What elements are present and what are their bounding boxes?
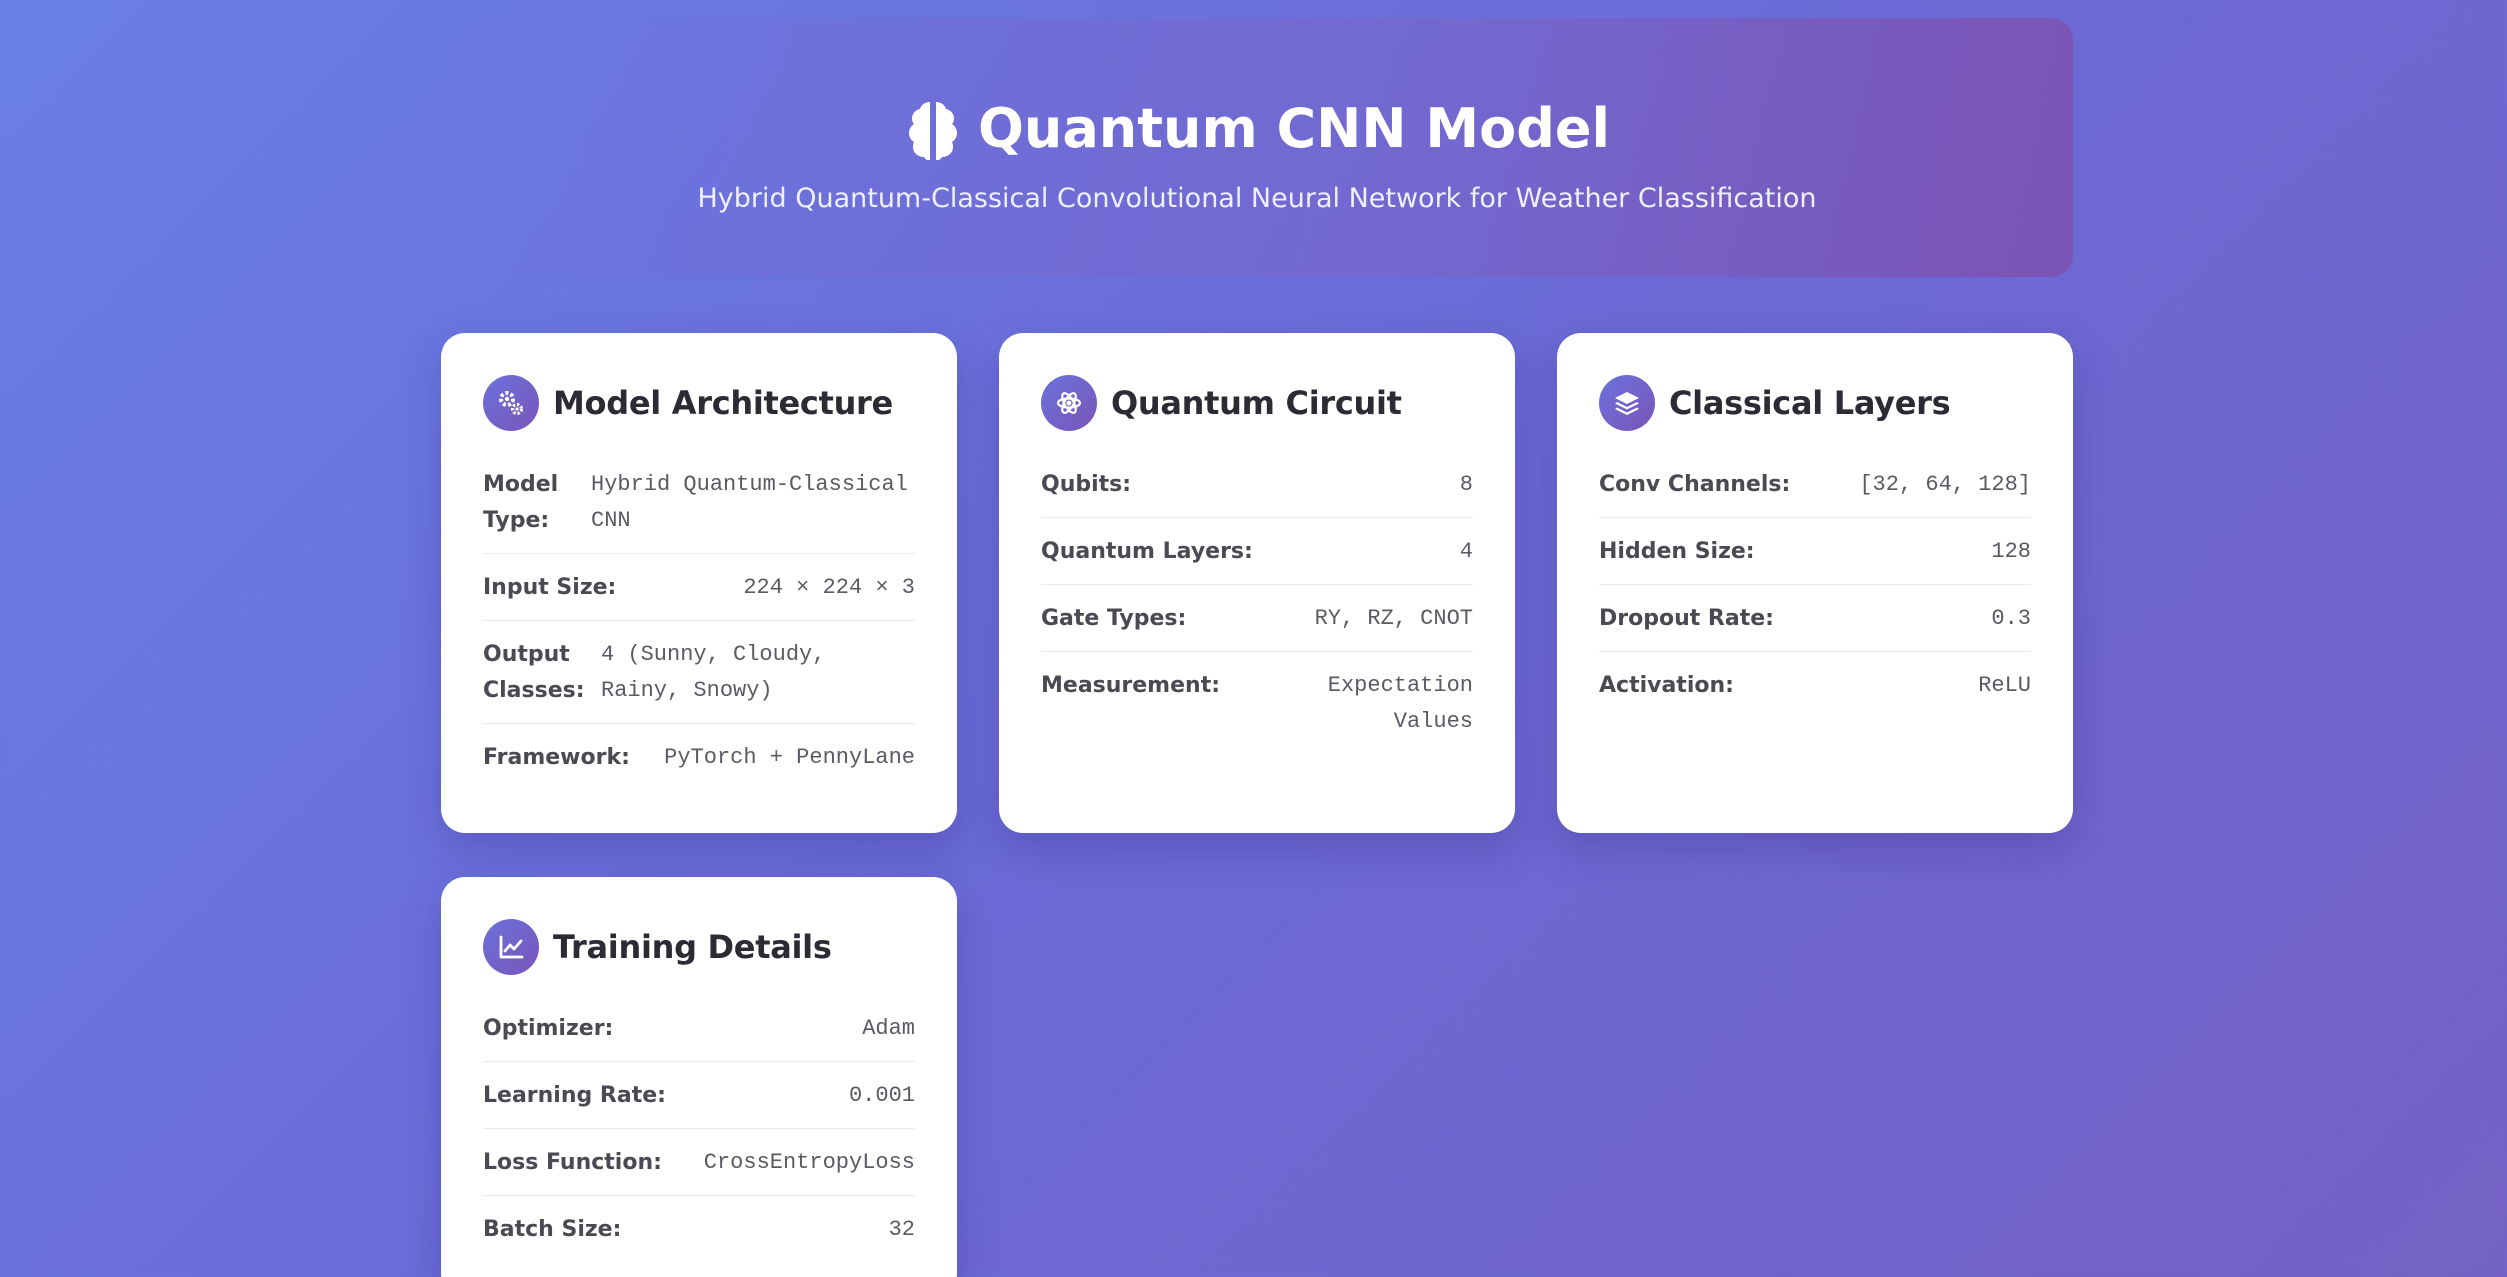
- row-label: Framework:: [483, 745, 630, 770]
- row-value: 4: [1459, 539, 1473, 564]
- row-value: Adam: [862, 1016, 915, 1041]
- row-batch-size: Batch Size: 32: [483, 1196, 915, 1262]
- row-value: 128: [1991, 539, 2031, 564]
- card-training-details: Training Details Optimizer: Adam Learnin…: [441, 877, 957, 1277]
- row-value: 0.001: [848, 1083, 915, 1108]
- row-value: ReLU: [1978, 673, 2031, 698]
- row-label: Loss Function:: [483, 1150, 662, 1175]
- card-title: Training Details: [553, 928, 832, 966]
- row-label: Hidden Size:: [1599, 539, 1755, 564]
- row-input-size: Input Size: 224 × 224 × 3: [483, 554, 915, 621]
- row-output-classes: Output Classes: 4 (Sunny, Cloudy, Rainy,…: [483, 621, 915, 724]
- chart-line-icon: [483, 919, 539, 975]
- row-label: Output Classes:: [483, 642, 585, 703]
- row-value: 224 × 224 × 3: [743, 575, 915, 600]
- row-value: [32, 64, 128]: [1859, 472, 2031, 497]
- row-label: Conv Channels:: [1599, 472, 1791, 497]
- page-title-text: Quantum CNN Model: [978, 97, 1610, 160]
- brain-icon: [909, 102, 957, 160]
- card-quantum-circuit: Quantum Circuit Qubits: 8 Quantum Layers…: [999, 333, 1515, 833]
- row-qubits: Qubits: 8: [1041, 451, 1473, 518]
- card-model-architecture: Model Architecture Model Type: Hybrid Qu…: [441, 333, 957, 833]
- row-label: Qubits:: [1041, 472, 1132, 497]
- row-label: Quantum Layers:: [1041, 539, 1253, 564]
- card-classical-layers: Classical Layers Conv Channels: [32, 64,…: [1557, 333, 2073, 833]
- card-title: Model Architecture: [553, 384, 893, 422]
- row-loss-function: Loss Function: CrossEntropyLoss: [483, 1129, 915, 1196]
- card-title: Quantum Circuit: [1111, 384, 1402, 422]
- row-label: Model Type:: [483, 472, 559, 533]
- row-quantum-layers: Quantum Layers: 4: [1041, 518, 1473, 585]
- row-label: Gate Types:: [1041, 606, 1187, 631]
- row-value: 4 (Sunny, Cloudy, Rainy, Snowy): [601, 642, 826, 703]
- gears-icon: [483, 375, 539, 431]
- card-header: Classical Layers: [1599, 375, 2031, 431]
- row-gate-types: Gate Types: RY, RZ, CNOT: [1041, 585, 1473, 652]
- row-label: Learning Rate:: [483, 1083, 666, 1108]
- row-value: RY, RZ, CNOT: [1314, 606, 1473, 631]
- row-model-type: Model Type: Hybrid Quantum-Classical CNN: [483, 451, 915, 554]
- row-hidden-size: Hidden Size: 128: [1599, 518, 2031, 585]
- row-dropout-rate: Dropout Rate: 0.3: [1599, 585, 2031, 652]
- page-header: Quantum CNN Model Hybrid Quantum-Classic…: [441, 18, 2073, 277]
- row-value: Expectation Values: [1327, 673, 1473, 734]
- row-conv-channels: Conv Channels: [32, 64, 128]: [1599, 451, 2031, 518]
- row-label: Dropout Rate:: [1599, 606, 1774, 631]
- card-header: Model Architecture: [483, 375, 915, 431]
- card-title: Classical Layers: [1669, 384, 1951, 422]
- row-value: 0.3: [1991, 606, 2031, 631]
- row-value: CrossEntropyLoss: [703, 1150, 915, 1175]
- row-activation: Activation: ReLU: [1599, 652, 2031, 718]
- atom-icon: [1041, 375, 1097, 431]
- row-label: Batch Size:: [483, 1217, 622, 1242]
- row-value: 32: [888, 1217, 915, 1242]
- row-measurement: Measurement: Expectation Values: [1041, 652, 1473, 754]
- row-optimizer: Optimizer: Adam: [483, 995, 915, 1062]
- card-header: Training Details: [483, 919, 915, 975]
- row-learning-rate: Learning Rate: 0.001: [483, 1062, 915, 1129]
- row-label: Activation:: [1599, 673, 1734, 698]
- page-title: Quantum CNN Model: [441, 98, 2073, 160]
- row-value: 8: [1459, 472, 1473, 497]
- row-label: Optimizer:: [483, 1016, 614, 1041]
- row-value: Hybrid Quantum-Classical CNN: [591, 472, 908, 533]
- layers-icon: [1599, 375, 1655, 431]
- row-label: Input Size:: [483, 575, 617, 600]
- row-framework: Framework: PyTorch + PennyLane: [483, 724, 915, 790]
- page-subtitle: Hybrid Quantum-Classical Convolutional N…: [697, 183, 1817, 214]
- row-value: PyTorch + PennyLane: [664, 745, 915, 770]
- row-label: Measurement:: [1041, 673, 1221, 698]
- card-header: Quantum Circuit: [1041, 375, 1473, 431]
